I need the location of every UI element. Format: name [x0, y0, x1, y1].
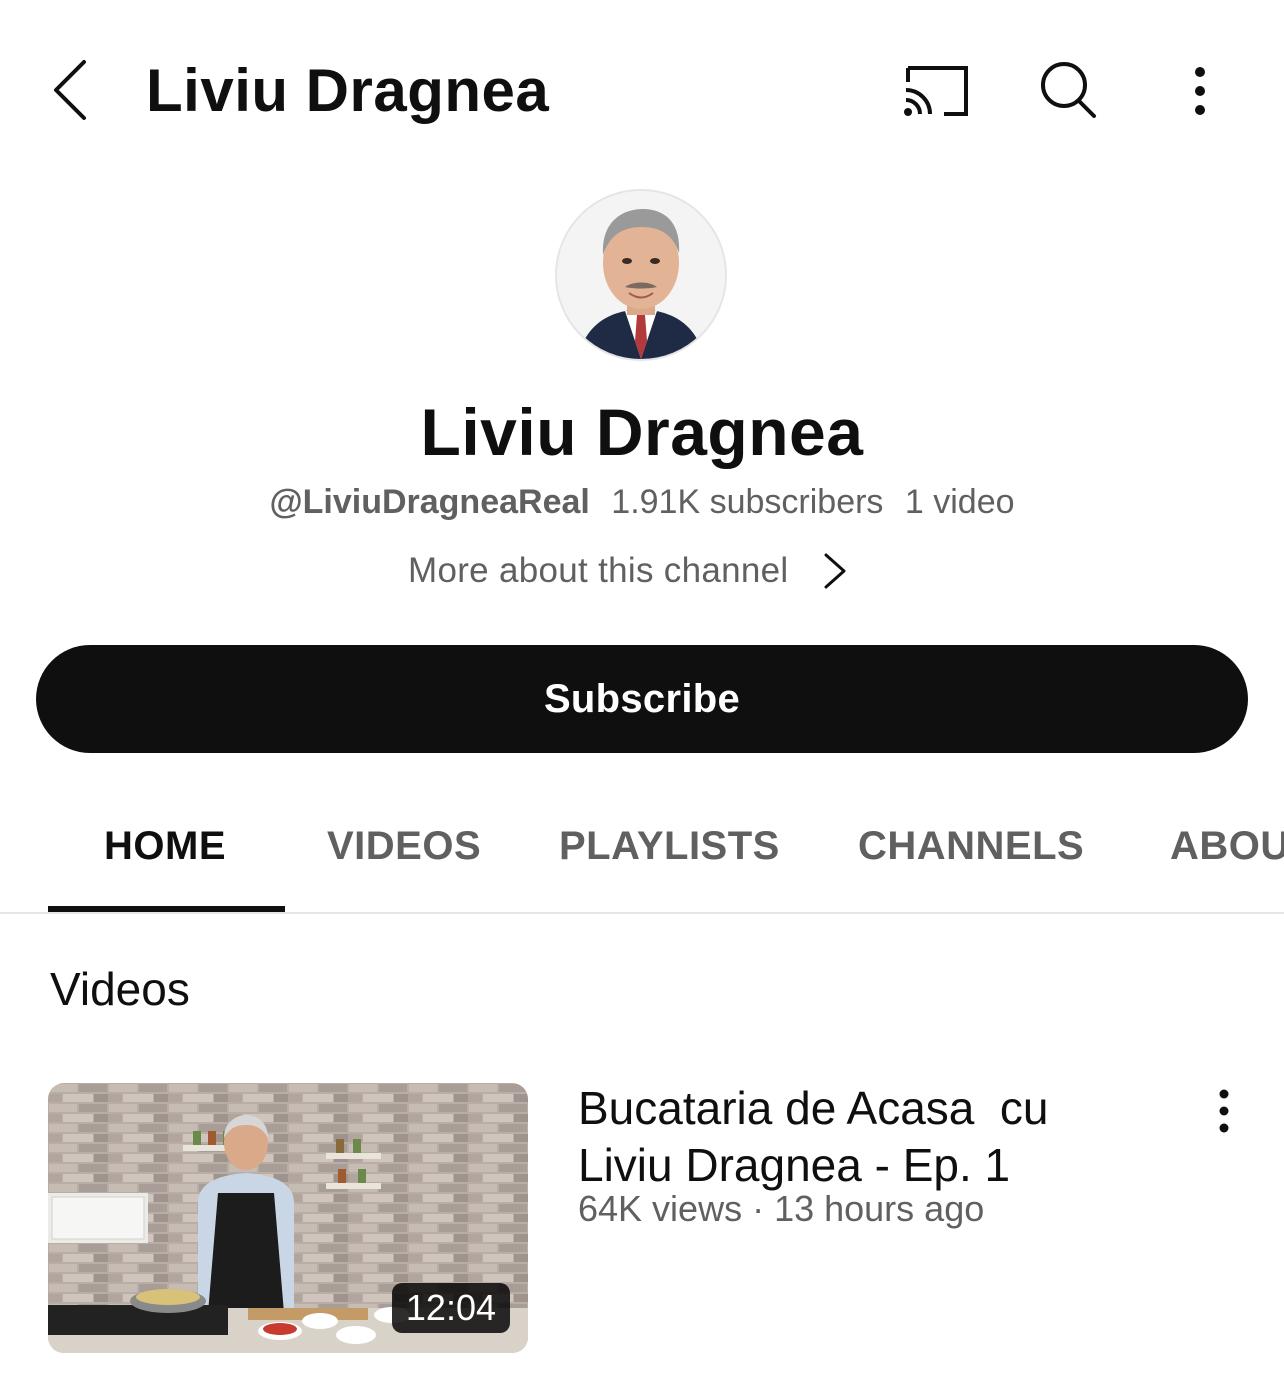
more-vertical-icon [1195, 67, 1205, 115]
video-count: 1 video [904, 483, 1015, 521]
page-title: Liviu Dragnea [146, 57, 550, 124]
video-meta: 64K views · 13 hours ago [578, 1188, 985, 1229]
avatar-portrait-image [557, 191, 725, 359]
subscriber-count: 1.91K subscribers [611, 483, 884, 521]
active-tab-indicator [48, 906, 285, 912]
search-button[interactable] [1032, 55, 1104, 127]
channel-name: Liviu Dragnea [420, 395, 864, 469]
more-about-label: More about this channel [408, 551, 789, 590]
cast-button[interactable] [898, 58, 974, 122]
video-title[interactable]: Bucataria de Acasa cu Liviu Dragnea - Ep… [578, 1080, 1178, 1194]
more-about-channel-link[interactable]: More about this channel [408, 548, 848, 594]
video-more-options-button[interactable] [1204, 1088, 1244, 1134]
channel-avatar[interactable] [555, 189, 727, 361]
tab-channels[interactable]: CHANNELS [858, 824, 1084, 869]
back-button[interactable] [40, 50, 100, 130]
tab-videos[interactable]: VIDEOS [327, 824, 481, 869]
section-title: Videos [50, 963, 190, 1015]
channel-meta: @LiviuDragneaReal 1.91K subscribers 1 vi… [0, 483, 1284, 522]
more-vertical-icon [1219, 1089, 1229, 1133]
back-chevron-icon [54, 60, 86, 120]
video-duration-badge: 12:04 [391, 1283, 510, 1333]
tab-playlists[interactable]: PLAYLISTS [559, 824, 780, 869]
chevron-right-icon [824, 553, 846, 589]
more-options-button[interactable] [1176, 58, 1224, 126]
cast-icon [904, 66, 968, 116]
channel-handle: @LiviuDragneaReal [269, 483, 590, 521]
tab-about[interactable]: ABOU [1170, 824, 1284, 869]
tab-home[interactable]: HOME [104, 824, 226, 869]
search-icon [1041, 62, 1096, 118]
channel-tabs: HOME VIDEOS PLAYLISTS CHANNELS ABOU [0, 800, 1284, 914]
video-thumbnail[interactable]: 12:04 [48, 1083, 528, 1353]
subscribe-button[interactable]: Subscribe [36, 645, 1248, 753]
